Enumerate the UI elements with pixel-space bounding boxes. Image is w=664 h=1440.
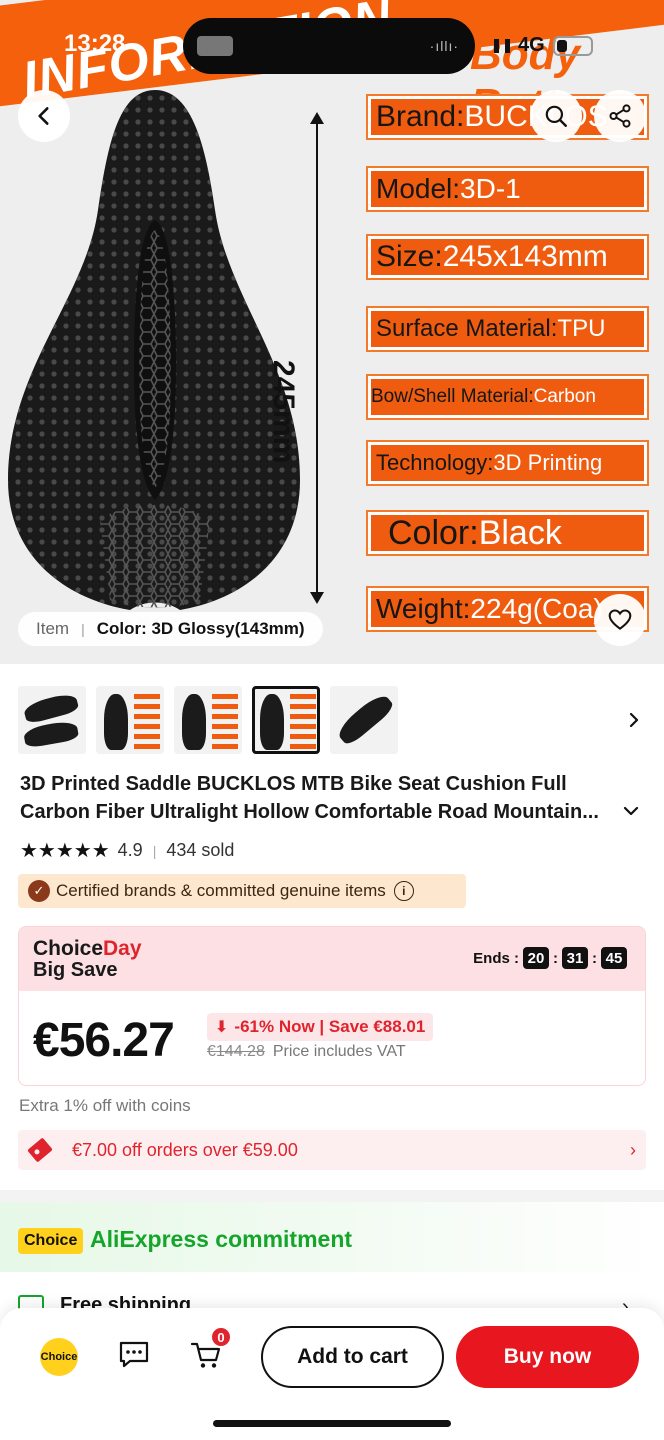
now-playing-thumbnail: [197, 36, 233, 56]
back-button[interactable]: [18, 90, 70, 142]
spec-size: Size: 245x143mm: [366, 234, 649, 280]
coupon-tag-icon: [27, 1137, 53, 1163]
choice-day-price-box: ChoiceDay Big Save Ends : 20 : 31 : 45 €…: [18, 926, 646, 1086]
original-price: €144.28: [207, 1043, 265, 1060]
variant-label: Item: [36, 619, 70, 638]
ends-label: Ends :: [473, 949, 519, 967]
dimension-length-label: 245mm: [267, 360, 300, 464]
section-divider: [0, 1190, 664, 1202]
coupon-banner[interactable]: €7.00 off orders over €59.00 ›: [18, 1130, 646, 1170]
dimension-line: [316, 118, 318, 598]
share-icon: [609, 104, 631, 128]
expand-title-chevron-icon[interactable]: [620, 800, 642, 822]
battery-icon: [552, 35, 593, 56]
vat-note: Price includes VAT: [272, 1043, 406, 1060]
big-save-label: Big Save: [33, 959, 118, 981]
discount-badge: ⬇ -61% Now | Save €88.01: [207, 1013, 434, 1041]
rating-row[interactable]: ★★★★★ 4.9 | 434 sold: [20, 838, 234, 863]
chevron-right-icon[interactable]: [624, 708, 644, 732]
discount-text: -61% Now | Save €88.01: [234, 1017, 426, 1036]
home-indicator: [213, 1420, 451, 1427]
star-rating-icon: ★★★★★: [20, 840, 110, 862]
thumbnail-3[interactable]: [174, 686, 242, 754]
info-icon[interactable]: i: [393, 881, 414, 901]
wishlist-button[interactable]: [594, 594, 646, 646]
certified-brand-banner[interactable]: ✓ Certified brands & committed genuine i…: [18, 874, 466, 908]
signal-icon: [494, 38, 510, 53]
bottom-action-bar: Choice 0 Add to cart Buy now: [0, 1308, 664, 1440]
original-price-row: €144.28 Price includes VAT: [207, 1043, 406, 1061]
spec-surface-material: Surface Material: TPU: [366, 306, 649, 352]
certified-check-icon: ✓: [28, 880, 50, 902]
variant-separator: |: [81, 621, 85, 637]
current-price: €56.27: [33, 1014, 175, 1067]
spec-color: Color: Black: [366, 510, 649, 556]
spec-technology: Technology: 3D Printing: [366, 440, 649, 486]
countdown-seconds: 45: [601, 947, 627, 969]
dynamic-island: ·ıllı·: [183, 18, 475, 74]
cart-count-badge: 0: [210, 1326, 232, 1348]
countdown-minutes: 31: [562, 947, 588, 969]
choice-tag: Choice: [18, 1228, 84, 1254]
aliexpress-commitment[interactable]: Choice AliExpress commitment: [0, 1202, 664, 1272]
heart-icon: [608, 609, 632, 630]
product-title-line1: 3D Printed Saddle BUCKLOS MTB Bike Seat …: [20, 773, 567, 795]
buy-now-button[interactable]: Buy now: [456, 1326, 639, 1388]
network-label: 4G: [518, 34, 545, 56]
commitment-title: AliExpress commitment: [90, 1226, 353, 1252]
chat-icon[interactable]: [118, 1340, 150, 1368]
product-title: 3D Printed Saddle BUCKLOS MTB Bike Seat …: [20, 770, 620, 826]
choice-day-header: ChoiceDay Big Save Ends : 20 : 31 : 45: [19, 927, 645, 991]
status-time: 13:28: [64, 30, 126, 57]
certified-text: Certified brands & committed genuine ite…: [56, 881, 386, 900]
coupon-text: €7.00 off orders over €59.00: [72, 1139, 298, 1160]
sold-count: 434 sold: [166, 840, 235, 860]
chevron-right-icon: ›: [630, 1140, 636, 1160]
product-page: INFORMATION Body Bottom 245mm 143mm Bran…: [0, 0, 664, 1440]
selected-variant-pill[interactable]: Item | Color: 3D Glossy(143mm): [18, 612, 323, 646]
spec-shell-material: Bow/Shell Material: Carbon: [366, 374, 649, 420]
choice-store-button[interactable]: Choice: [40, 1338, 78, 1376]
status-indicators: 4G: [494, 34, 593, 57]
product-image-carousel[interactable]: INFORMATION Body Bottom 245mm 143mm Bran…: [0, 0, 664, 664]
dimension-arrow-bottom: [310, 592, 324, 604]
product-title-line2: Carbon Fiber Ultralight Hollow Comfortab…: [20, 801, 599, 823]
search-button[interactable]: [530, 90, 582, 142]
saddle-image: [8, 90, 300, 610]
variant-value: Color: 3D Glossy(143mm): [96, 619, 305, 638]
thumbnail-1[interactable]: [18, 686, 86, 754]
thumbnail-4-selected[interactable]: [252, 686, 320, 754]
search-icon: [545, 105, 567, 127]
rating-divider: |: [152, 842, 157, 859]
add-to-cart-button[interactable]: Add to cart: [261, 1326, 444, 1388]
thumbnail-5[interactable]: [330, 686, 398, 754]
price-drop-icon: ⬇: [215, 1019, 229, 1036]
coins-note: Extra 1% off with coins: [19, 1096, 191, 1115]
dimension-arrow-top: [310, 112, 324, 124]
spec-model: Model: 3D-1: [366, 166, 649, 212]
audio-wave-icon: ·ıllı·: [429, 38, 459, 54]
thumbnail-strip: [18, 686, 398, 754]
choice-day-logo: ChoiceDay: [33, 937, 142, 960]
countdown-timer: Ends : 20 : 31 : 45: [473, 947, 627, 969]
thumbnail-2[interactable]: [96, 686, 164, 754]
rating-value: 4.9: [117, 840, 143, 860]
chevron-left-icon: [38, 107, 49, 125]
share-button[interactable]: [594, 90, 646, 142]
countdown-hours: 20: [523, 947, 549, 969]
